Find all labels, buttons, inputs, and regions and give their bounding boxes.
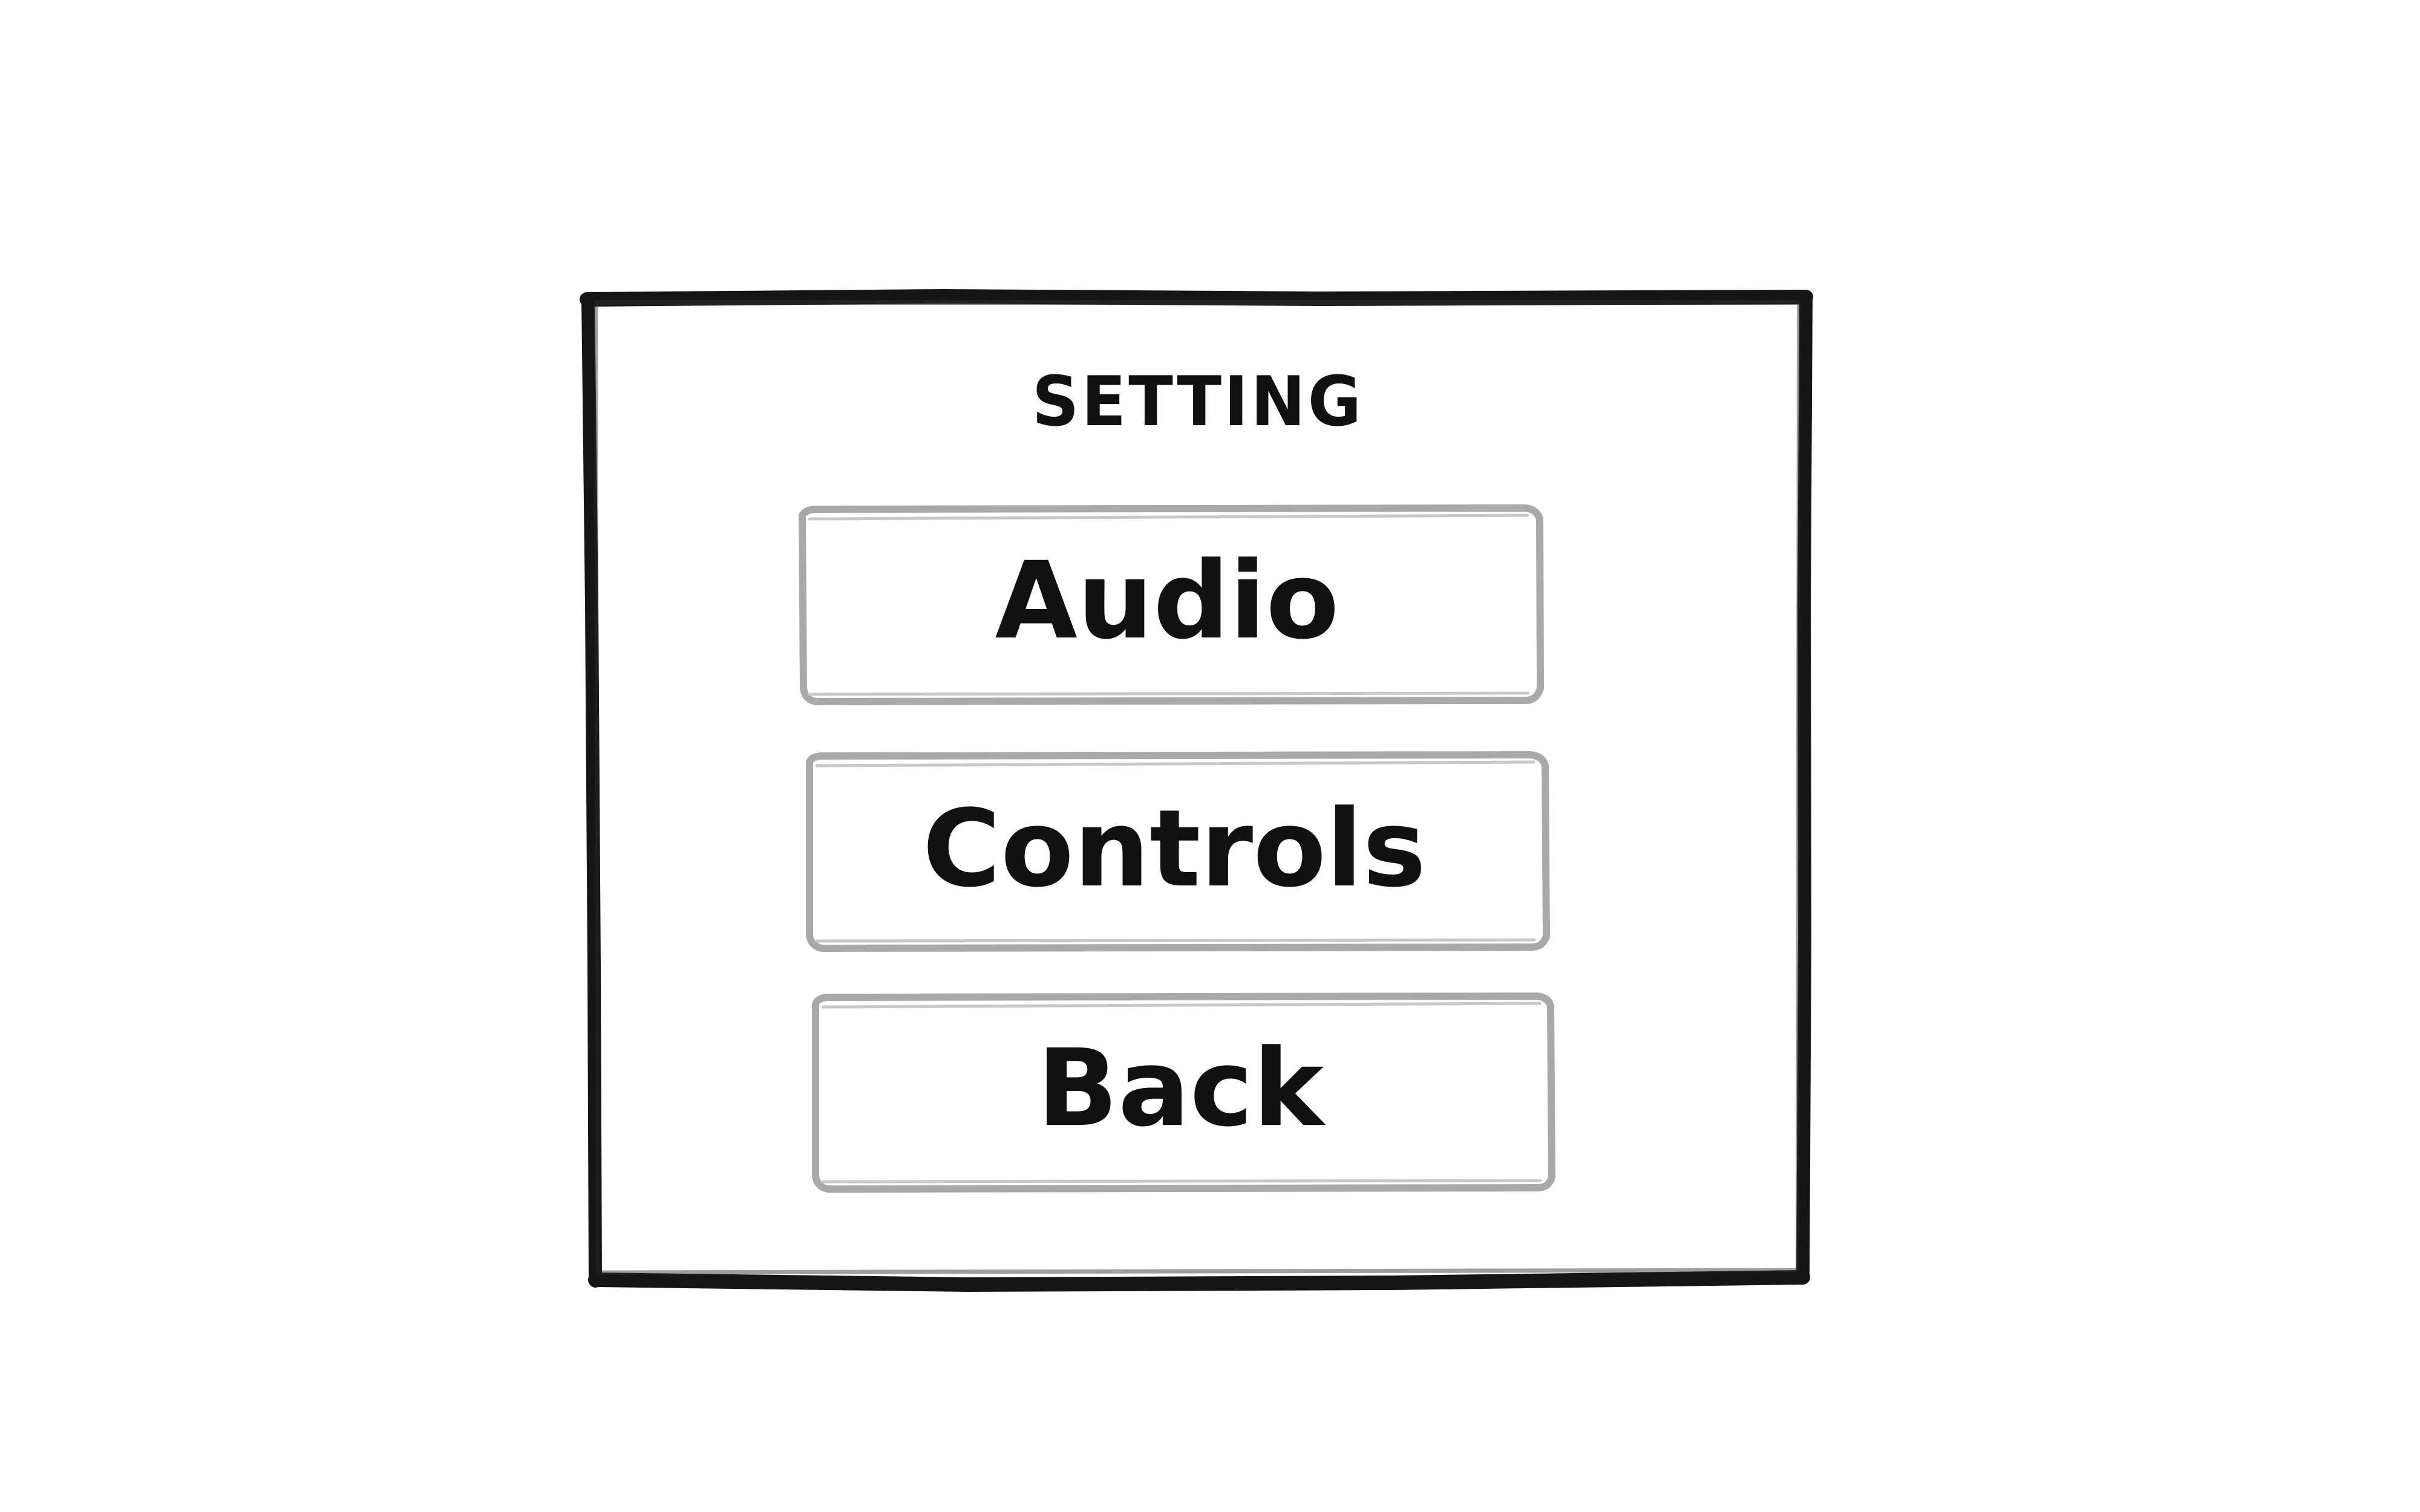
audio-button-label: Audio xyxy=(995,539,1339,663)
audio-button[interactable]: Audio xyxy=(797,508,1537,700)
controls-button-label: Controls xyxy=(922,787,1427,911)
menu-title: SETTING xyxy=(1032,362,1364,442)
back-button[interactable]: Back xyxy=(811,996,1550,1188)
controls-button[interactable]: Controls xyxy=(805,755,1544,947)
back-button-label: Back xyxy=(1036,1026,1324,1150)
